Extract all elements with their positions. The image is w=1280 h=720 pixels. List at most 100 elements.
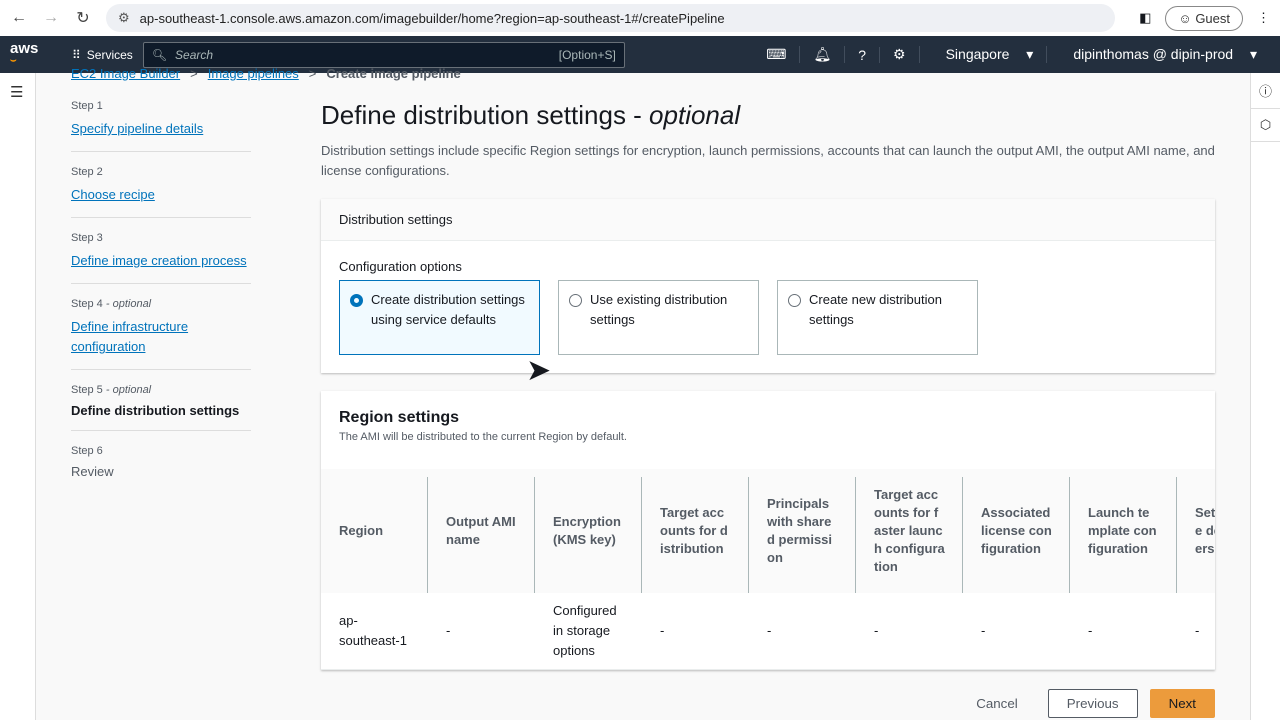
config-options: Create distribution settings using servi…: [339, 280, 1197, 355]
help-icon[interactable]: ?: [845, 46, 881, 63]
table-row: ap-southeast-1- Configured in storage opt…: [321, 593, 1215, 670]
option-label: Create distribution settings using servi…: [371, 292, 525, 327]
distribution-settings-card: Distribution settings Configuration opti…: [321, 199, 1215, 373]
search-icon: 🔍︎: [151, 47, 168, 62]
back-icon[interactable]: ←: [10, 9, 28, 27]
step-number: Step 2: [71, 166, 103, 178]
step-number: Step 3: [71, 232, 103, 244]
step-number: Step 4: [71, 298, 103, 310]
page-title: Define distribution settings - optional: [321, 100, 1215, 131]
step-number: Step 5: [71, 384, 103, 396]
right-rail: ⓘ ⬡: [1250, 73, 1280, 720]
radio[interactable]: [569, 294, 582, 307]
step-4: Step 4 - optional Define infrastructure c…: [71, 298, 251, 370]
menu-icon[interactable]: ⋮: [1257, 10, 1270, 26]
region-settings-subtitle: The AMI will be distributed to the curre…: [339, 431, 627, 443]
breadcrumb-ec2-image-builder[interactable]: EC2 Image Builder: [71, 66, 180, 81]
step-5: Step 5 - optional Define distribution set…: [71, 384, 251, 431]
table-cell: ap-southeast-1: [321, 593, 428, 670]
info-icon[interactable]: ⓘ: [1251, 73, 1280, 109]
main-content: Define distribution settings - optional …: [321, 100, 1215, 688]
step-1: Step 1 Specify pipeline details: [71, 100, 251, 152]
step-link[interactable]: Define image creation process: [71, 253, 247, 268]
account-label: dipinthomas @ dipin-prod: [1073, 46, 1234, 62]
column-header: Set template default version: [1177, 469, 1215, 593]
table-cell: -: [963, 593, 1070, 670]
column-header: Launch template configuration: [1070, 469, 1177, 593]
config-options-label: Configuration options: [339, 259, 462, 274]
step-link[interactable]: Choose recipe: [71, 187, 155, 202]
step-link[interactable]: Specify pipeline details: [71, 121, 203, 136]
cloudshell-icon[interactable]: ⌨: [753, 46, 801, 63]
title-optional: optional: [649, 100, 741, 130]
account-menu[interactable]: dipinthomas @ dipin-prod ▾: [1047, 46, 1270, 63]
aws-logo[interactable]: aws ⌣: [10, 39, 50, 67]
search-shortcut: [Option+S]: [558, 47, 616, 62]
option-label: Use existing distribution settings: [590, 292, 728, 327]
cancel-button[interactable]: Cancel: [958, 689, 1036, 718]
option-create-new[interactable]: Create new distribution settings: [777, 280, 978, 355]
services-menu[interactable]: ⠿ Services: [72, 48, 133, 62]
column-header: Region: [321, 469, 428, 593]
sidebar-toggle-icon[interactable]: ◧: [1139, 10, 1151, 26]
wizard-actions: Cancel Previous Next: [321, 689, 1215, 718]
card-header: Distribution settings: [321, 199, 1215, 241]
page-description: Distribution settings include specific R…: [321, 143, 1215, 178]
column-header: Principals with shared permission: [749, 469, 856, 593]
region-selector[interactable]: Singapore ▾: [920, 46, 1048, 63]
region-table: Region Output AMI name Encryption (KMS key…: [321, 469, 1215, 670]
previous-button[interactable]: Previous: [1047, 689, 1138, 718]
column-header: Target accounts for faster launch config…: [856, 469, 963, 593]
browser-toolbar: ← → ↻ ⚙ ap-southeast-1.console.aws.amazon…: [0, 0, 1280, 36]
step-current: Define distribution settings: [71, 403, 240, 418]
bell-icon[interactable]: 🔔︎: [800, 46, 846, 63]
url-text: ap-southeast-1.console.aws.amazon.com/im…: [139, 10, 725, 26]
site-settings-icon[interactable]: ⚙: [118, 10, 130, 26]
search-input[interactable]: 🔍︎ Search [Option+S]: [142, 41, 625, 68]
hamburger-icon[interactable]: ☰: [10, 83, 35, 101]
step-2: Step 2 Choose recipe: [71, 166, 251, 218]
services-label: Services: [86, 47, 133, 62]
region-settings-card: Region settings The AMI will be distribut…: [321, 391, 1215, 670]
radio[interactable]: [788, 294, 801, 307]
next-button[interactable]: Next: [1149, 689, 1215, 718]
breadcrumb-current: Create image pipeline: [326, 66, 461, 81]
step-3: Step 3 Define image creation process: [71, 232, 251, 284]
region-label: Singapore: [945, 46, 1010, 62]
reload-icon[interactable]: ↻: [74, 8, 92, 28]
step-link[interactable]: Define infrastructure configuration: [71, 319, 188, 354]
table-cell: -: [642, 593, 749, 670]
radio-selected[interactable]: [350, 294, 363, 307]
option-service-defaults[interactable]: Create distribution settings using servi…: [339, 280, 540, 355]
column-header: Encryption (KMS key): [535, 469, 642, 593]
profile-button[interactable]: ☺ Guest: [1165, 5, 1243, 31]
gear-icon[interactable]: ⚙: [880, 46, 920, 63]
address-bar[interactable]: ⚙ ap-southeast-1.console.aws.amazon.com/i…: [106, 4, 1116, 32]
step-optional: - optional: [105, 384, 152, 396]
option-use-existing[interactable]: Use existing distribution settings: [558, 280, 759, 355]
region-settings-title: Region settings: [339, 409, 460, 426]
table-cell: Configured in storage options: [535, 593, 642, 670]
breadcrumb: EC2 Image Builder > Image pipelines > Create…: [71, 66, 461, 81]
mouse-cursor-icon: ➤: [526, 354, 552, 387]
step-disabled: Review: [71, 464, 114, 479]
left-rail: ☰: [0, 73, 36, 720]
table-cell: -: [1177, 593, 1215, 670]
table-cell: -: [749, 593, 856, 670]
forward-icon[interactable]: →: [42, 9, 60, 27]
breadcrumb-image-pipelines[interactable]: Image pipelines: [208, 66, 299, 81]
wizard-steps: Step 1 Specify pipeline details Step 2 Cho…: [71, 100, 251, 505]
table-cell: -: [1070, 593, 1177, 670]
hexagon-icon[interactable]: ⬡: [1251, 109, 1280, 142]
column-header: Target accounts for distribution: [642, 469, 749, 593]
logo-text: aws: [10, 39, 39, 57]
profile-label: Guest: [1195, 10, 1230, 26]
table-cell: -: [856, 593, 963, 670]
search-placeholder: Search: [175, 47, 214, 62]
title-text: Define distribution settings -: [321, 100, 650, 130]
step-number: Step 6: [71, 445, 103, 457]
column-header: Associated license configuration: [963, 469, 1070, 593]
column-header: Output AMI name: [428, 469, 535, 593]
grid-icon: ⠿: [72, 47, 81, 62]
step-6: Step 6 Review: [71, 445, 251, 491]
